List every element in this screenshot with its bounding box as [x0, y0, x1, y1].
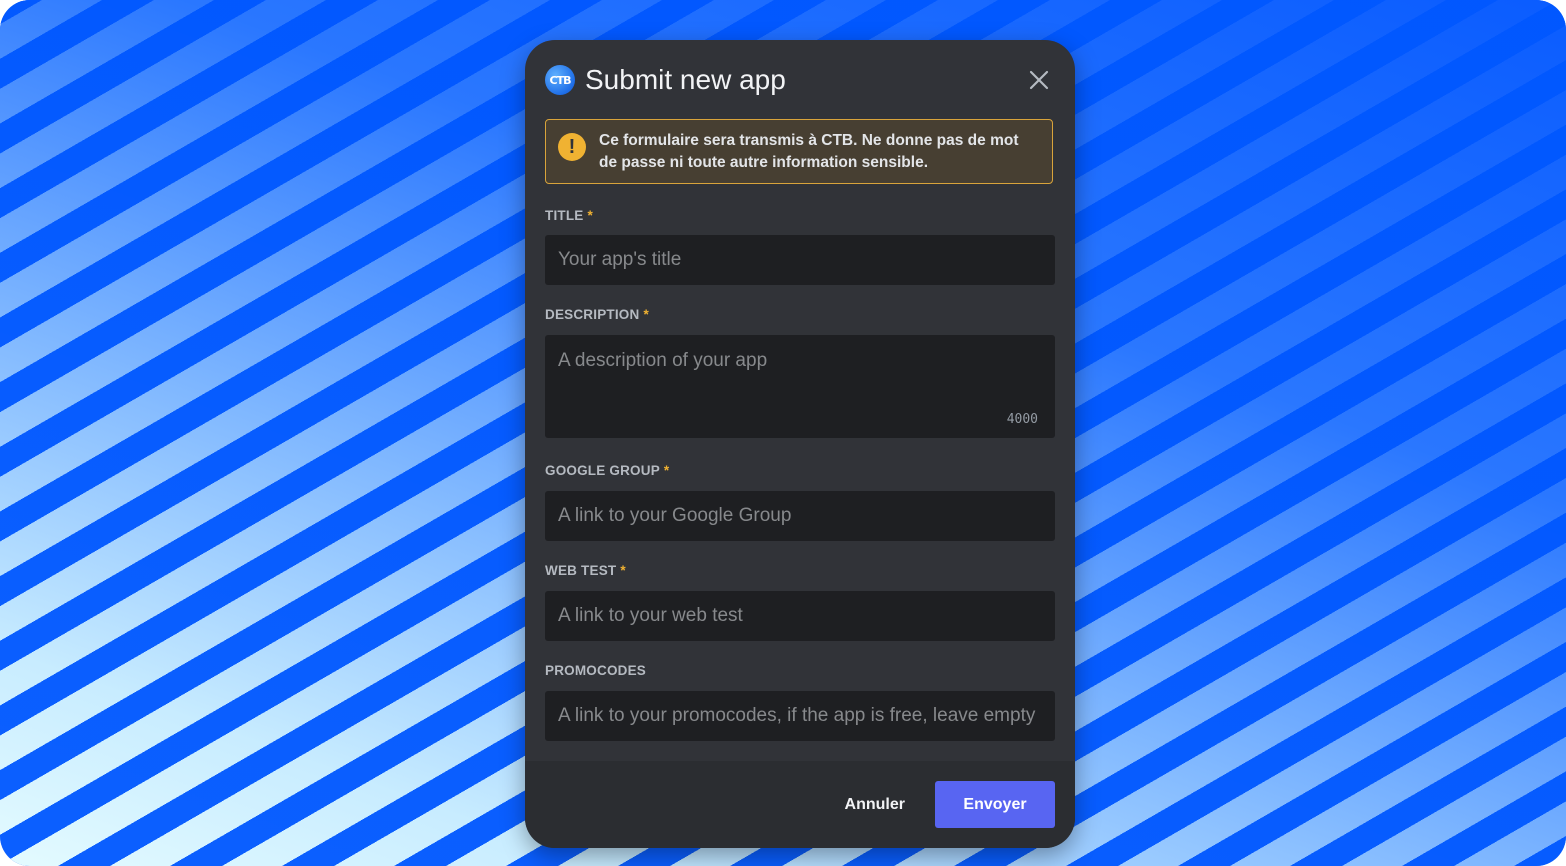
required-marker: *	[620, 563, 626, 578]
modal-header: CTB Submit new app	[545, 62, 1055, 98]
ctb-logo-icon: CTB	[545, 65, 575, 95]
description-label-text: DESCRIPTION	[545, 307, 640, 322]
web-test-input[interactable]	[545, 591, 1055, 641]
background: CTB Submit new app ! Ce formulaire sera …	[0, 0, 1566, 866]
required-marker: *	[643, 307, 649, 322]
required-marker: *	[663, 463, 670, 478]
close-button[interactable]	[1023, 64, 1055, 96]
warning-text: Ce formulaire sera transmis à CTB. Ne do…	[599, 132, 1019, 171]
close-icon	[1029, 70, 1049, 90]
cancel-button[interactable]: Annuler	[825, 781, 925, 828]
promocodes-label: PROMOCODES	[545, 663, 646, 678]
web-test-label-text: WEB TEST	[545, 563, 617, 578]
promocodes-input[interactable]	[545, 691, 1055, 741]
warning-banner: ! Ce formulaire sera transmis à CTB. Ne …	[545, 119, 1053, 184]
title-label-text: TITLE	[545, 208, 584, 223]
description-label: DESCRIPTION *	[545, 307, 649, 322]
modal-title: Submit new app	[585, 64, 786, 95]
submit-app-modal: CTB Submit new app ! Ce formulaire sera …	[525, 40, 1075, 848]
title-label: TITLE *	[545, 208, 593, 223]
modal-footer: Annuler Envoyer	[525, 761, 1075, 848]
required-marker: *	[587, 208, 593, 223]
google-group-input[interactable]	[545, 491, 1055, 541]
description-field: 4000	[545, 335, 1055, 438]
submit-button[interactable]: Envoyer	[935, 781, 1055, 828]
google-group-label-text: GOOGLE GROUP	[545, 463, 660, 478]
title-input[interactable]	[545, 235, 1055, 285]
promocodes-label-text: PROMOCODES	[545, 663, 647, 678]
web-test-label: WEB TEST *	[545, 563, 626, 578]
google-group-label: GOOGLE GROUP *	[545, 463, 669, 478]
description-textarea[interactable]	[545, 335, 1055, 438]
warning-icon: !	[558, 133, 586, 161]
char-count: 4000	[1006, 412, 1038, 427]
